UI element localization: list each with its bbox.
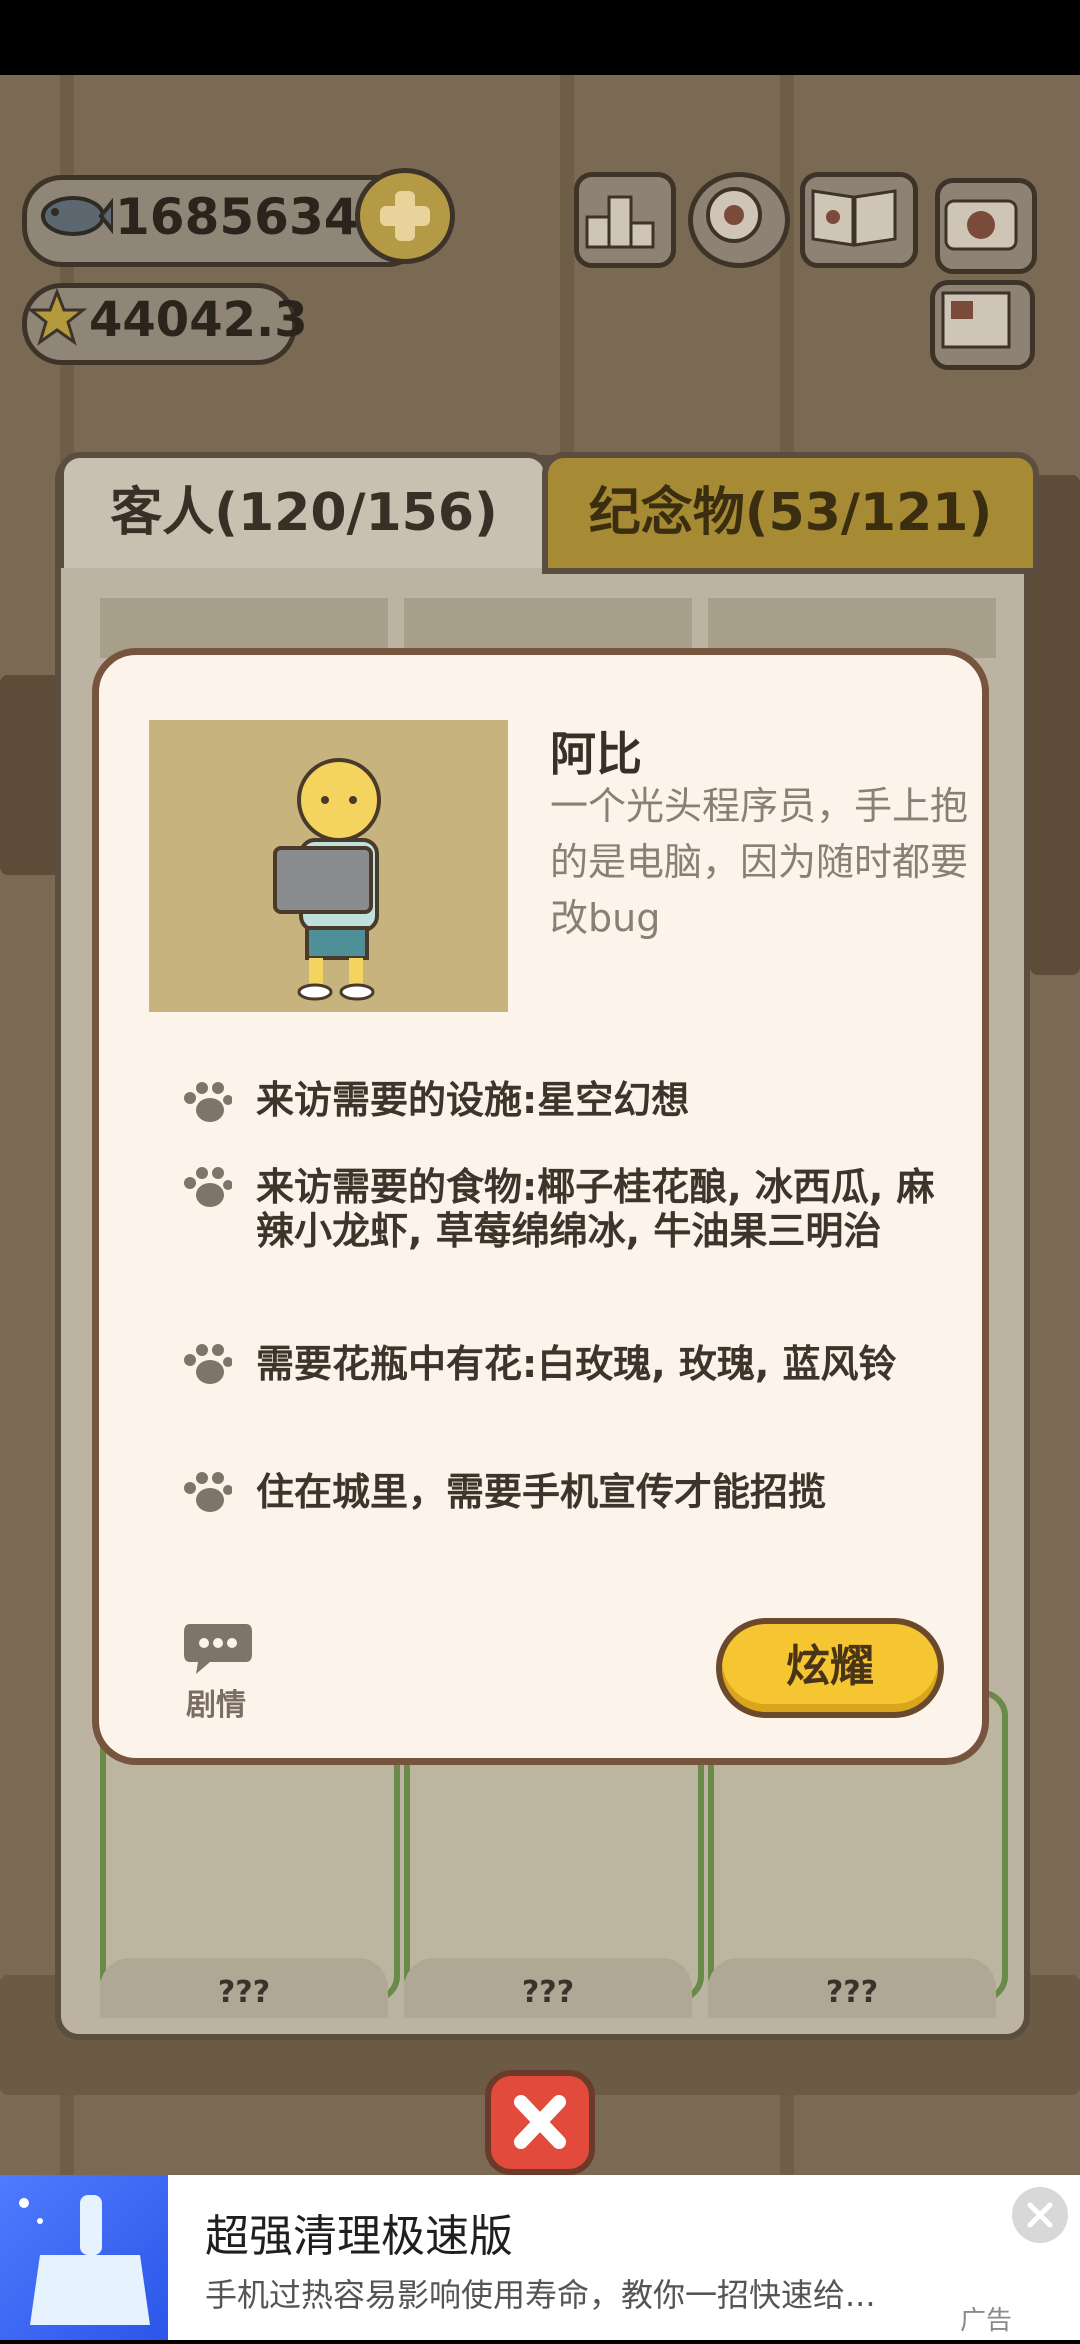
- unknown-guest-label: ???: [708, 1958, 996, 2018]
- newspaper-button[interactable]: [930, 280, 1035, 370]
- ad-subtitle[interactable]: 手机过热容易影响使用寿命，教你一招快速给...: [205, 2270, 925, 2316]
- unknown-guest-label: ???: [404, 1958, 692, 2018]
- show-off-button[interactable]: 炫耀: [716, 1618, 944, 1718]
- ad-title[interactable]: 超强清理极速版: [205, 2200, 513, 2264]
- requirement-promotion: 住在城里，需要手机宣传才能招揽: [256, 1470, 827, 1514]
- camera-button[interactable]: [935, 178, 1037, 274]
- paw-icon: [184, 1167, 232, 1207]
- gear-icon: [706, 187, 762, 243]
- unknown-guest-label: ???: [100, 1958, 388, 2018]
- story-label: 剧情: [186, 1688, 246, 1723]
- tab-souvenirs[interactable]: 纪念物(53/121): [542, 452, 1039, 574]
- plus-icon: [380, 191, 430, 241]
- ranking-button[interactable]: [574, 172, 676, 268]
- requirement-food: 来访需要的食物:椰子桂花酿, 冰西瓜, 麻辣小龙虾, 草莓绵绵冰, 牛油果三明治: [256, 1165, 935, 1253]
- guest-description: 一个光头程序员，手上抱的是电脑，因为随时都要改bug: [550, 784, 969, 940]
- newspaper-icon: [941, 291, 1011, 349]
- guest-name: 阿比: [550, 727, 642, 781]
- ad-close-button[interactable]: [1012, 2187, 1068, 2243]
- paw-icon: [184, 1344, 232, 1384]
- requirement-flowers: 需要花瓶中有花:白玫瑰, 玫瑰, 蓝风铃: [256, 1342, 897, 1386]
- camera-icon: [944, 199, 1018, 251]
- fish-count: 16856348: [115, 188, 394, 246]
- star-counter: 44042.3: [22, 283, 308, 365]
- requirement-facility: 来访需要的设施:星空幻想: [256, 1078, 690, 1122]
- close-icon: [514, 2095, 566, 2149]
- broom-icon: [19, 2195, 150, 2325]
- close-icon: [1027, 2202, 1053, 2228]
- podium-icon: [585, 195, 655, 249]
- close-button[interactable]: [485, 2070, 595, 2175]
- fish-icon: [33, 186, 115, 246]
- cleaner-app-icon: [0, 2175, 168, 2340]
- programmer-character-icon: [273, 758, 381, 1001]
- settings-button[interactable]: [688, 172, 790, 268]
- tab-guests[interactable]: 客人(120/156): [58, 452, 550, 568]
- speech-bubble-icon: [184, 1624, 252, 1674]
- book-icon: [811, 189, 897, 247]
- star-icon: [26, 287, 88, 348]
- ad-tag: 广告: [960, 2306, 1013, 2336]
- add-currency-button[interactable]: [355, 168, 455, 264]
- paw-icon: [184, 1472, 232, 1512]
- guestbook-button[interactable]: [800, 172, 918, 268]
- guest-portrait: [149, 720, 508, 1012]
- star-count: 44042.3: [89, 292, 308, 348]
- paw-icon: [184, 1082, 232, 1122]
